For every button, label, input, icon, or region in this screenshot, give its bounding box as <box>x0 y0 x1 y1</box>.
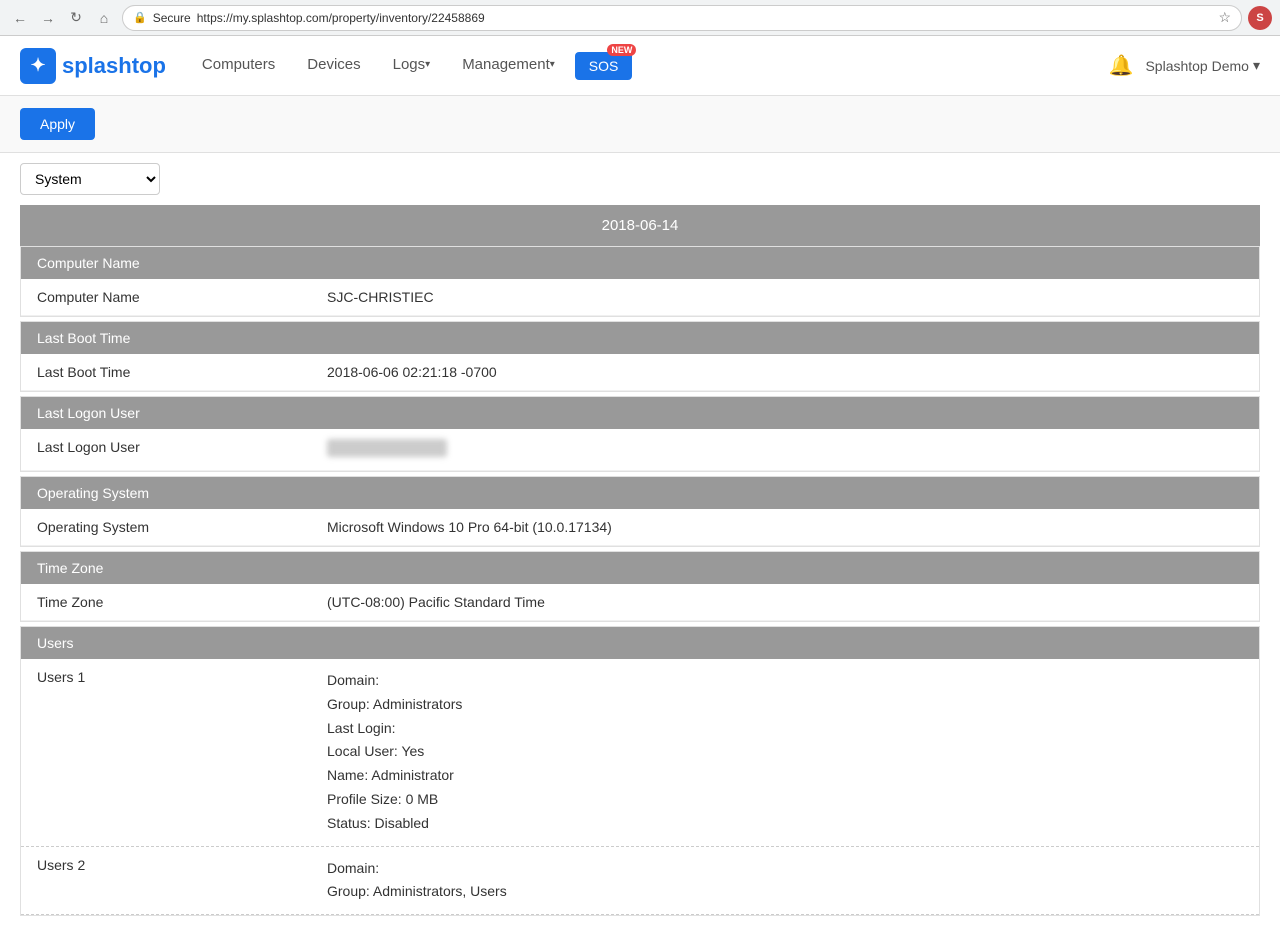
lock-icon: 🔒 <box>133 11 147 24</box>
protocol-label: Secure <box>153 11 191 25</box>
row-value: 2018-06-06 02:21:18 -0700 <box>327 364 1243 380</box>
navbar: ✦ splashtop Computers Devices Logs Manag… <box>0 36 1280 96</box>
table-row: Operating System Microsoft Windows 10 Pr… <box>21 509 1259 546</box>
users-row-2: Users 2 Domain: Group: Administrators, U… <box>21 847 1259 916</box>
user-1-line-5: Profile Size: 0 MB <box>327 788 1243 812</box>
bookmark-button[interactable]: ☆ <box>1218 9 1231 26</box>
browser-bar: ← → ↻ ⌂ 🔒 Secure https://my.splashtop.co… <box>0 0 1280 36</box>
user-menu[interactable]: Splashtop Demo ▾ <box>1145 57 1260 74</box>
refresh-button[interactable]: ↻ <box>64 6 88 30</box>
section-header-boot-time: Last Boot Time <box>21 322 1259 354</box>
logo-text: splashtop <box>62 53 166 79</box>
operating-system-section: Operating System Operating System Micros… <box>20 476 1260 547</box>
table-row: Last Boot Time 2018-06-06 02:21:18 -0700 <box>21 354 1259 391</box>
system-select[interactable]: System Hardware Software Network <box>20 163 160 195</box>
user-1-line-4: Name: Administrator <box>327 764 1243 788</box>
sos-button[interactable]: SOS NEW <box>575 52 633 80</box>
row-label: Time Zone <box>37 594 327 610</box>
nav-logs[interactable]: Logs <box>377 36 447 96</box>
profile-icon: S <box>1248 6 1272 30</box>
user-1-value: Domain: Group: Administrators Last Login… <box>327 669 1243 836</box>
browser-controls: ← → ↻ ⌂ <box>8 6 116 30</box>
section-header-timezone: Time Zone <box>21 552 1259 584</box>
row-value: Microsoft Windows 10 Pro 64-bit (10.0.17… <box>327 519 1243 535</box>
blurred-content <box>327 439 447 457</box>
user-2-value: Domain: Group: Administrators, Users <box>327 857 1243 905</box>
user-1-line-2: Last Login: <box>327 717 1243 741</box>
users-row-1: Users 1 Domain: Group: Administrators La… <box>21 659 1259 847</box>
row-label: Computer Name <box>37 289 327 305</box>
user-1-label: Users 1 <box>37 669 327 836</box>
bell-icon[interactable]: 🔔 <box>1109 53 1134 78</box>
table-row: Time Zone (UTC-08:00) Pacific Standard T… <box>21 584 1259 621</box>
navbar-logo: ✦ splashtop <box>20 48 166 84</box>
row-label: Last Logon User <box>37 439 327 460</box>
logo-icon: ✦ <box>20 48 56 84</box>
dropdown-area: System Hardware Software Network <box>0 153 1280 205</box>
user-1-line-0: Domain: <box>327 669 1243 693</box>
user-1-line-1: Group: Administrators <box>327 693 1243 717</box>
row-value-blurred <box>327 439 1243 460</box>
apply-area: Apply <box>0 96 1280 153</box>
section-header-logon-user: Last Logon User <box>21 397 1259 429</box>
sos-new-badge: NEW <box>607 44 636 56</box>
nav-right: 🔔 Splashtop Demo ▾ <box>1109 53 1260 78</box>
main-content: 2018-06-14 Computer Name Computer Name S… <box>0 205 1280 936</box>
row-label: Last Boot Time <box>37 364 327 380</box>
computer-name-section: Computer Name Computer Name SJC-CHRISTIE… <box>20 246 1260 317</box>
nav-devices[interactable]: Devices <box>291 36 376 96</box>
last-boot-time-section: Last Boot Time Last Boot Time 2018-06-06… <box>20 321 1260 392</box>
last-logon-user-section: Last Logon User Last Logon User <box>20 396 1260 472</box>
user-2-label: Users 2 <box>37 857 327 905</box>
nav-computers[interactable]: Computers <box>186 36 291 96</box>
user-2-line-0: Domain: <box>327 857 1243 881</box>
browser-right: S <box>1248 6 1272 30</box>
table-row: Computer Name SJC-CHRISTIEC <box>21 279 1259 316</box>
section-header-os: Operating System <box>21 477 1259 509</box>
user-2-line-1: Group: Administrators, Users <box>327 880 1243 904</box>
users-section: Users Users 1 Domain: Group: Administrat… <box>20 626 1260 916</box>
row-value: SJC-CHRISTIEC <box>327 289 1243 305</box>
row-label: Operating System <box>37 519 327 535</box>
apply-button[interactable]: Apply <box>20 108 95 140</box>
row-value: (UTC-08:00) Pacific Standard Time <box>327 594 1243 610</box>
back-button[interactable]: ← <box>8 6 32 30</box>
forward-button[interactable]: → <box>36 6 60 30</box>
section-header-computer-name: Computer Name <box>21 247 1259 279</box>
home-button[interactable]: ⌂ <box>92 6 116 30</box>
time-zone-section: Time Zone Time Zone (UTC-08:00) Pacific … <box>20 551 1260 622</box>
section-header-users: Users <box>21 627 1259 659</box>
nav-management[interactable]: Management <box>446 36 571 96</box>
address-bar[interactable]: 🔒 Secure https://my.splashtop.com/proper… <box>122 5 1242 31</box>
user-1-line-6: Status: Disabled <box>327 812 1243 836</box>
content: Apply System Hardware Software Network 2… <box>0 96 1280 936</box>
table-row: Last Logon User <box>21 429 1259 471</box>
url-text: https://my.splashtop.com/property/invent… <box>197 11 485 25</box>
user-1-line-3: Local User: Yes <box>327 740 1243 764</box>
user-name: Splashtop Demo <box>1145 58 1249 74</box>
nav-links: Computers Devices Logs Management SOS NE… <box>186 36 632 96</box>
user-dropdown-icon: ▾ <box>1253 57 1260 74</box>
date-header: 2018-06-14 <box>20 205 1260 246</box>
